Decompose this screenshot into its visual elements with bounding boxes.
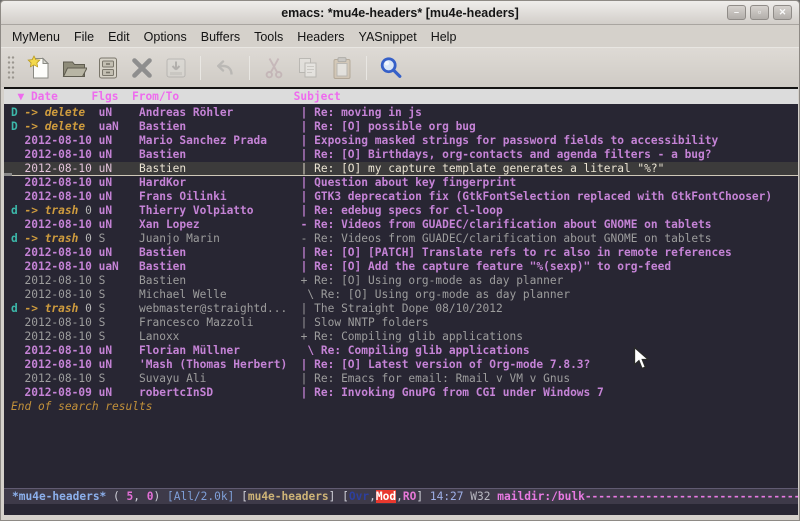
menu-buffers[interactable]: Buffers <box>194 28 247 46</box>
message-row[interactable]: d -> trash 0 S Juanjo Marin - Re: Videos… <box>4 232 798 246</box>
window-title: emacs: *mu4e-headers* [mu4e-headers] <box>281 6 519 20</box>
message-row[interactable]: 2012-08-10 uN Bastien | Re: [O] [PATCH] … <box>4 246 798 260</box>
headers-column-header[interactable]: ▼ Date Flgs From/To Subject <box>4 89 798 104</box>
message-row[interactable]: 2012-08-10 S Francesco Mazzoli | Slow NN… <box>4 316 798 330</box>
toolbar-grip[interactable] <box>7 55 15 81</box>
cut-icon <box>261 55 287 81</box>
new-file-icon[interactable] <box>27 55 53 81</box>
emacs-window: emacs: *mu4e-headers* [mu4e-headers] –▫ ✕… <box>0 0 800 521</box>
message-row[interactable]: d -> trash 0 uN Thierry Volpiatto | Re: … <box>4 204 798 218</box>
message-row[interactable]: 2012-08-10 uN Bastien | Re: [O] Birthday… <box>4 148 798 162</box>
search-icon[interactable] <box>378 55 404 81</box>
menu-options[interactable]: Options <box>137 28 194 46</box>
message-row-current[interactable]: 2012-08-10 uN Bastien | Re: [O] my captu… <box>4 162 798 176</box>
message-row[interactable]: D -> delete uN Andreas Röhler | Re: movi… <box>4 106 798 120</box>
message-row[interactable]: 2012-08-10 S Bastien + Re: [O] Using org… <box>4 274 798 288</box>
message-row[interactable]: 2012-08-10 uN Mario Sanchez Prada | Expo… <box>4 134 798 148</box>
message-row[interactable]: 2012-08-10 S Michael Welle \ Re: [O] Usi… <box>4 288 798 302</box>
toolbar-separator <box>249 56 250 80</box>
mu4e-headers-buffer: ▼ Date Flgs From/To Subject D -> delete … <box>4 87 798 515</box>
message-row[interactable]: 2012-08-10 S Lanoxx + Re: Compiling glib… <box>4 330 798 344</box>
paste-icon <box>329 55 355 81</box>
menu-help[interactable]: Help <box>424 28 464 46</box>
toolbar-separator <box>200 56 201 80</box>
menu-yasnippet[interactable]: YASnippet <box>352 28 424 46</box>
menu-bar: MyMenuFileEditOptionsBuffersToolsHeaders… <box>1 26 799 47</box>
file-cabinet-icon[interactable] <box>95 55 121 81</box>
menu-headers[interactable]: Headers <box>290 28 351 46</box>
title-bar[interactable]: emacs: *mu4e-headers* [mu4e-headers] –▫ ✕ <box>1 1 799 25</box>
undo-icon <box>212 55 238 81</box>
header-rows: D -> delete uN Andreas Röhler | Re: movi… <box>4 104 798 400</box>
window-controls: –▫ ✕ <box>727 5 792 20</box>
menu-edit[interactable]: Edit <box>101 28 137 46</box>
fringe-position-marker <box>4 173 12 176</box>
tool-bar <box>1 47 799 87</box>
copy-icon <box>295 55 321 81</box>
message-row[interactable]: 2012-08-10 uN Frans Oilinki | GTK3 depre… <box>4 190 798 204</box>
menu-mymenu[interactable]: MyMenu <box>5 28 67 46</box>
message-row[interactable]: 2012-08-09 uN robertcInSD | Re: Invoking… <box>4 386 798 400</box>
echo-area[interactable] <box>4 504 798 515</box>
message-row[interactable]: 2012-08-10 uN 'Mash (Thomas Herbert) | R… <box>4 358 798 372</box>
menu-file[interactable]: File <box>67 28 101 46</box>
message-row[interactable]: D -> delete uaN Bastien | Re: [O] possib… <box>4 120 798 134</box>
save-buffer-icon <box>163 55 189 81</box>
close-button[interactable]: ✕ <box>773 5 792 20</box>
message-row[interactable]: d -> trash 0 S webmaster@straightd... | … <box>4 302 798 316</box>
message-row[interactable]: 2012-08-10 uaN Bastien | Re: [O] Add the… <box>4 260 798 274</box>
kill-buffer-icon[interactable] <box>129 55 155 81</box>
end-of-search-results: End of search results <box>4 400 798 414</box>
toolbar-separator <box>366 56 367 80</box>
message-row[interactable]: 2012-08-10 uN Xan Lopez - Re: Videos fro… <box>4 218 798 232</box>
minimize-button[interactable]: – <box>727 5 746 20</box>
open-folder-icon[interactable] <box>61 55 87 81</box>
maximize-button[interactable]: ▫ <box>750 5 769 20</box>
message-row[interactable]: 2012-08-10 S Suvayu Ali | Re: Emacs for … <box>4 372 798 386</box>
mode-line[interactable]: *mu4e-headers* ( 5, 0) [All/2.0k] [mu4e-… <box>4 488 798 504</box>
menu-tools[interactable]: Tools <box>247 28 290 46</box>
message-row[interactable]: 2012-08-10 uN Florian Müllner \ Re: Comp… <box>4 344 798 358</box>
message-row[interactable]: 2012-08-10 uN HardKor | Question about k… <box>4 176 798 190</box>
mouse-cursor <box>633 346 651 377</box>
